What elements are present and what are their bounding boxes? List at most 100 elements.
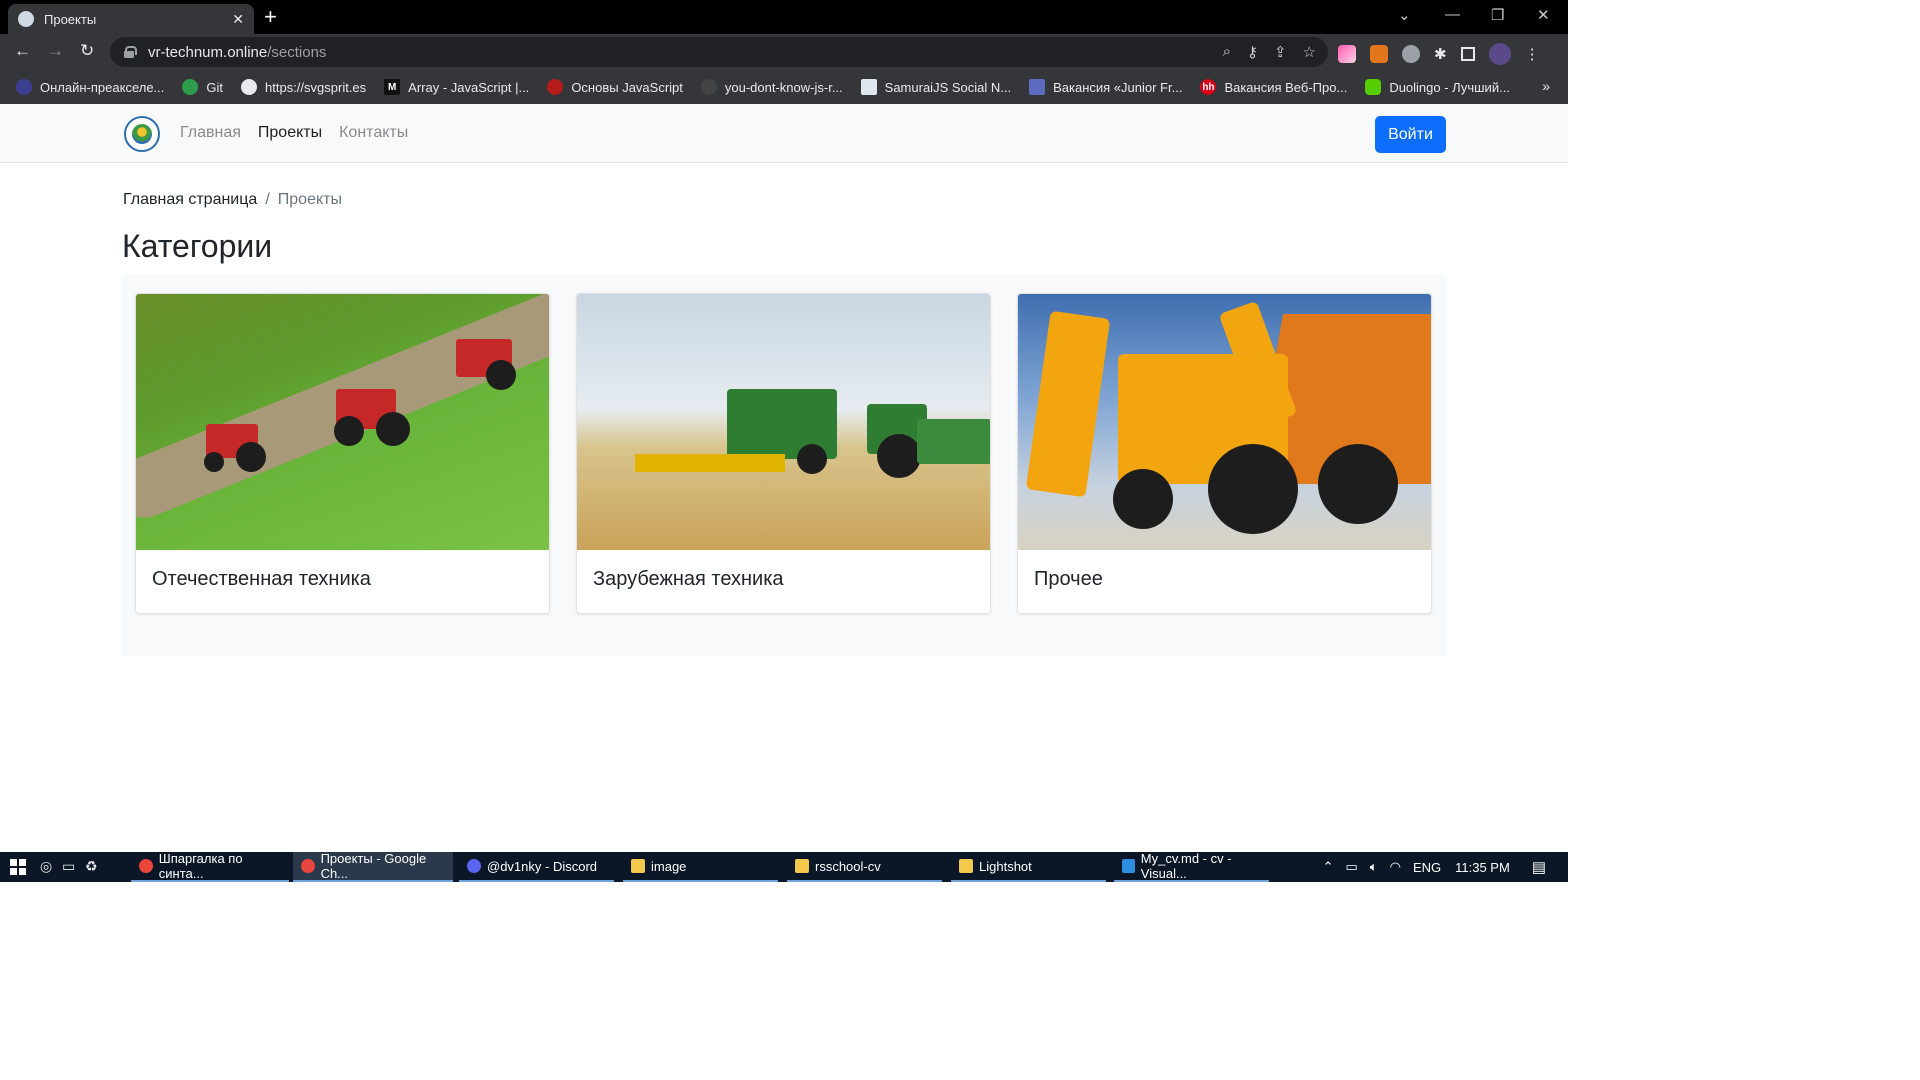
forward-arrow-icon[interactable]: → [47, 41, 64, 61]
card-title: Отечественная техника [152, 568, 371, 590]
taskbar-app-folder[interactable]: image [623, 852, 778, 882]
bookmark-item[interactable]: Основы JavaScript [547, 79, 683, 95]
folder-icon [959, 859, 973, 873]
taskbar-app-chrome-active[interactable]: Проекты - Google Ch... [293, 851, 453, 882]
key-icon[interactable]: ⚷ [1247, 43, 1258, 61]
category-card-domestic[interactable]: Отечественная техника [135, 293, 550, 614]
tab-search-chevron-icon[interactable]: ⌄ [1398, 6, 1411, 24]
document-icon [860, 79, 877, 95]
category-card-foreign[interactable]: Зарубежная техника [576, 293, 991, 614]
url-host: vr-technum.online [148, 43, 268, 61]
bookmark-item[interactable]: SamuraiJS Social N... [860, 79, 1011, 95]
clock[interactable]: 11:35 PM [1455, 860, 1510, 875]
hh-icon: hh [1200, 79, 1217, 95]
tab-title: Проекты [44, 11, 97, 27]
bookmark-favicon-icon [1029, 79, 1046, 95]
logo-emblem-icon [132, 124, 152, 144]
taskbar-app-vscode[interactable]: My_cv.md - cv - Visual... [1114, 851, 1269, 882]
input-language[interactable]: ENG [1413, 860, 1441, 875]
card-image-harvester [577, 294, 990, 550]
recycle-bin-icon[interactable]: ♻ [85, 858, 98, 875]
nav-link-contacts[interactable]: Контакты [339, 124, 408, 142]
folder-icon [631, 859, 645, 873]
windows-start-icon[interactable] [10, 859, 26, 875]
profile-avatar[interactable] [1488, 43, 1511, 65]
extensions-puzzle-icon[interactable]: ✱ [1434, 45, 1447, 63]
side-panel-icon[interactable] [1460, 47, 1475, 61]
close-window-button[interactable]: ✕ [1537, 6, 1550, 24]
breadcrumb: Главная страница / Проекты [123, 191, 342, 209]
lock-icon [124, 46, 137, 58]
browser-tab-strip: Проекты ✕ + ⌄ — ❐ ✕ [0, 0, 1568, 34]
bookmark-star-icon[interactable]: ☆ [1303, 43, 1316, 61]
card-title: Зарубежная техника [593, 568, 784, 590]
new-tab-button[interactable]: + [264, 5, 277, 29]
folder-icon [795, 859, 809, 873]
evernote-icon [182, 79, 199, 95]
login-button[interactable]: Войти [1375, 116, 1446, 153]
minimize-button[interactable]: — [1445, 6, 1460, 23]
zoom-search-icon[interactable]: ⌕ [1223, 43, 1231, 61]
github-icon [700, 79, 717, 95]
card-image-backhoe [1018, 294, 1431, 550]
duolingo-icon [1365, 79, 1382, 95]
extension-icon[interactable] [1338, 45, 1356, 63]
card-title: Прочее [1034, 568, 1103, 590]
chrome-pinned-icon[interactable]: ◎ [40, 858, 52, 875]
bookmark-item[interactable]: Duolingo - Лучший... [1365, 79, 1510, 95]
main-menu: Главная Проекты Контакты [180, 124, 408, 142]
taskbar-app-folder[interactable]: Lightshot [951, 852, 1106, 882]
javascript-info-icon [547, 79, 564, 95]
notifications-icon[interactable]: ▤ [1532, 858, 1546, 876]
close-tab-icon[interactable]: ✕ [232, 11, 244, 28]
site-navbar: Главная Проекты Контакты Войти [0, 104, 1568, 163]
wifi-icon[interactable]: ◠ [1390, 859, 1401, 875]
breadcrumb-current: Проекты [277, 191, 342, 208]
menu-kebab-icon[interactable]: ⋮ [1525, 45, 1540, 63]
card-image-tractors [136, 294, 549, 550]
desktop-icon[interactable]: ▭ [62, 858, 75, 875]
bookmark-item[interactable]: Вакансия «Junior Fr... [1029, 79, 1182, 95]
bookmark-favicon-icon [16, 79, 32, 95]
metamask-icon[interactable] [1370, 45, 1388, 63]
vscode-icon [1122, 859, 1135, 873]
os-taskbar: ◎ ▭ ♻ Шпаргалка по синта... Проекты - Go… [0, 851, 1568, 882]
globe-icon[interactable] [1402, 45, 1420, 63]
site-logo[interactable] [124, 116, 160, 152]
bookmark-item[interactable]: M Array - JavaScript |... [384, 79, 529, 95]
taskbar-app-chrome[interactable]: Шпаргалка по синта... [131, 851, 289, 882]
mdn-icon: M [384, 79, 401, 95]
url-path: /sections [267, 43, 327, 61]
taskbar-app-discord[interactable]: @dv1nky - Discord [459, 852, 614, 882]
taskbar-app-folder[interactable]: rsschool-cv [787, 852, 942, 882]
bookmark-item[interactable]: hh Вакансия Веб-Про... [1200, 79, 1347, 95]
restore-button[interactable]: ❐ [1491, 6, 1504, 24]
volume-icon[interactable]: 🔈︎ [1370, 859, 1378, 875]
tray-chevron-up-icon[interactable]: ⌃ [1323, 859, 1334, 875]
category-card-other[interactable]: Прочее [1017, 293, 1432, 614]
browser-tab[interactable]: Проекты ✕ [8, 4, 254, 34]
system-tray: ⌃ ▭ 🔈︎ ◠ ENG 11:35 PM ▤ [1323, 852, 1568, 882]
battery-icon[interactable]: ▭ [1346, 859, 1358, 875]
bookmark-item[interactable]: Онлайн-преакселе... [16, 79, 164, 95]
nav-link-home[interactable]: Главная [180, 124, 241, 142]
more-bookmarks-icon[interactable]: » [1542, 78, 1550, 94]
bookmark-item[interactable]: https://svgsprit.es [241, 79, 366, 95]
globe-icon [241, 79, 258, 95]
bookmarks-bar: Онлайн-преакселе... Git https://svgsprit… [0, 70, 1568, 104]
discord-icon [467, 859, 481, 873]
site-favicon-icon [18, 11, 34, 27]
chrome-icon [139, 859, 153, 873]
breadcrumb-home[interactable]: Главная страница [123, 191, 257, 209]
address-bar[interactable]: vr-technum.online/sections ⌕ ⚷ ⇪ ☆ [110, 37, 1328, 67]
bookmark-item[interactable]: you-dont-know-js-r... [700, 79, 843, 95]
share-icon[interactable]: ⇪ [1274, 43, 1287, 61]
nav-link-projects[interactable]: Проекты [258, 124, 322, 142]
back-arrow-icon[interactable]: ← [14, 41, 31, 61]
chrome-icon [301, 859, 315, 873]
bookmark-item[interactable]: Git [182, 79, 223, 95]
reload-icon[interactable]: ↻ [80, 41, 94, 61]
page-title: Категории [122, 228, 273, 264]
browser-toolbar: ← → ↻ vr-technum.online/sections ⌕ ⚷ ⇪ ☆… [0, 34, 1568, 70]
breadcrumb-separator: / [265, 191, 270, 208]
